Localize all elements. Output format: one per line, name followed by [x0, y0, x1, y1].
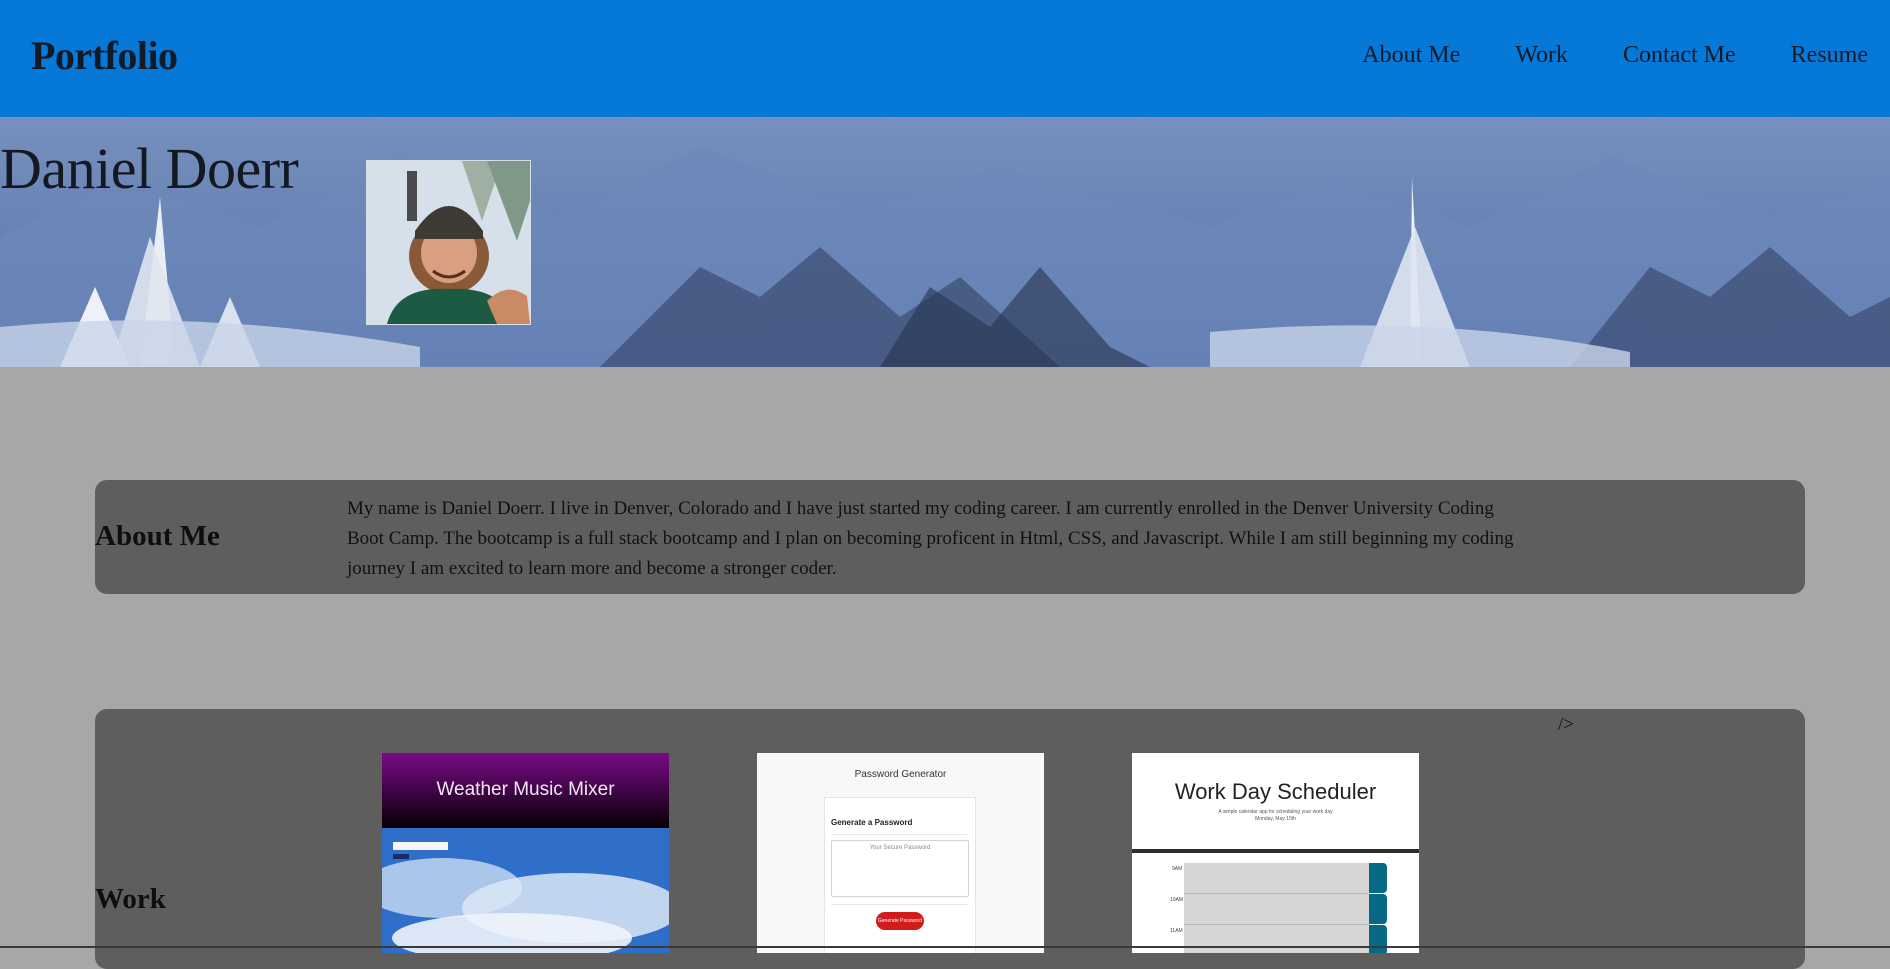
project-2-title: Password Generator: [854, 769, 947, 780]
about-section: About Me My name is Daniel Doerr. I live…: [95, 480, 1805, 594]
hour-label-9: 9AM: [1172, 866, 1183, 872]
save-icon-9: [1369, 863, 1387, 893]
stray-markup-text: />: [1558, 714, 1574, 735]
password-output-field: Your Secure Password: [831, 840, 969, 897]
password-card-divider: [831, 834, 967, 835]
project-card-password-generator[interactable]: Password Generator Generate a Password Y…: [757, 753, 1044, 953]
save-icon-11: [1369, 925, 1387, 953]
about-heading: About Me: [95, 520, 220, 552]
hour-label-10: 10AM: [1170, 897, 1184, 903]
project-card-work-day-scheduler[interactable]: Work Day Scheduler A simple calendar app…: [1132, 753, 1419, 953]
hero-banner: Daniel Doerr: [0, 117, 1890, 367]
password-card-heading: Generate a Password: [831, 818, 913, 827]
nav-link-work[interactable]: Work: [1515, 42, 1568, 69]
project-1-title: Weather Music Mixer: [436, 779, 615, 800]
generate-password-button: Generate Password: [876, 912, 924, 930]
work-section: /> Work Weather Music Mixer Password Gen…: [95, 709, 1805, 969]
time-block-11: [1184, 925, 1369, 953]
hero-name: Daniel Doerr: [0, 136, 299, 201]
nav-link-resume[interactable]: Resume: [1791, 42, 1868, 69]
work-heading: Work: [95, 883, 166, 915]
time-block-9: [1184, 863, 1369, 894]
main-nav: About Me Work Contact Me Resume: [1362, 42, 1868, 69]
password-card: Generate a Password Your Secure Password…: [824, 797, 976, 953]
scheduler-divider: [1132, 849, 1419, 853]
brand-title[interactable]: Portfolio: [31, 32, 178, 79]
nav-link-contact[interactable]: Contact Me: [1623, 42, 1736, 69]
about-text: My name is Daniel Doerr. I live in Denve…: [347, 498, 1514, 579]
profile-photo: [366, 160, 531, 325]
project-card-weather-music-mixer[interactable]: Weather Music Mixer: [382, 753, 669, 953]
time-block-10: [1184, 894, 1369, 925]
project-3-date: Monday, May 10th: [1255, 816, 1296, 822]
save-icon-10: [1369, 894, 1387, 924]
password-card-divider-2: [831, 904, 967, 905]
top-navbar: Portfolio About Me Work Contact Me Resum…: [0, 0, 1890, 117]
profile-photo-illustration: [367, 161, 530, 324]
project-3-subtitle: A simple calendar app for scheduling you…: [1218, 809, 1333, 815]
snowy-mountain-background-repeat: [1210, 117, 1890, 367]
project-3-title: Work Day Scheduler: [1174, 779, 1377, 804]
hour-label-11: 11AM: [1170, 928, 1183, 934]
nav-link-about[interactable]: About Me: [1362, 42, 1460, 69]
clouds-illustration: [382, 828, 669, 953]
